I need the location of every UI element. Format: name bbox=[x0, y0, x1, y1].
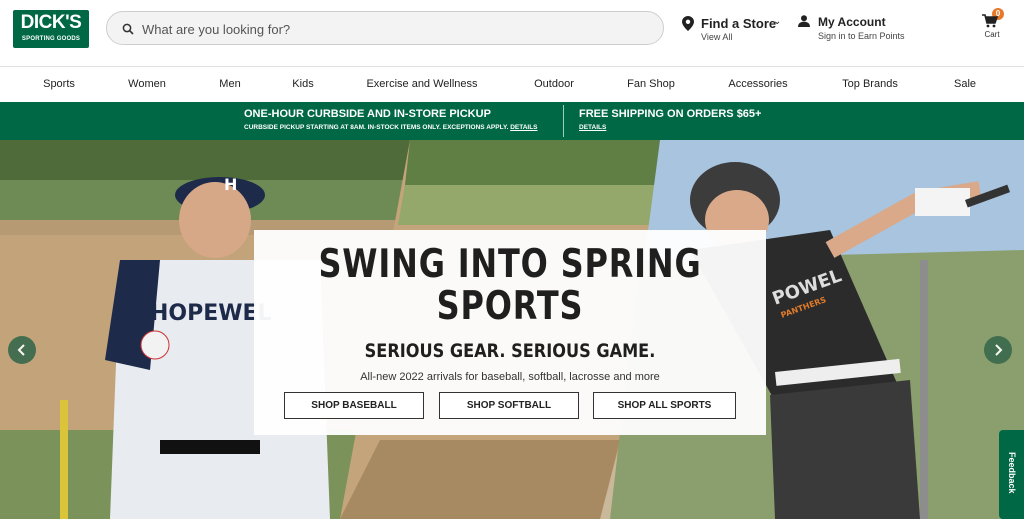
search-icon bbox=[122, 23, 134, 35]
find-store-subtitle: View All bbox=[701, 32, 733, 42]
nav-item-outdoor[interactable]: Outdoor bbox=[534, 67, 574, 103]
nav-item-accessories[interactable]: Accessories bbox=[728, 67, 787, 103]
hero-title-line1: SWING INTO SPRING bbox=[318, 242, 702, 287]
hero-promo-card: SWING INTO SPRING SPORTS SERIOUS GEAR. S… bbox=[254, 230, 766, 435]
nav-item-kids[interactable]: Kids bbox=[292, 67, 313, 103]
cart-icon bbox=[982, 14, 998, 28]
search-bar[interactable] bbox=[106, 11, 664, 45]
nav-item-top-brands[interactable]: Top Brands bbox=[842, 67, 898, 103]
cart-button[interactable]: 0 Cart bbox=[979, 8, 1005, 42]
pickup-promo-text: CURBSIDE PICKUP STARTING AT 8AM. IN-STOC… bbox=[244, 124, 509, 131]
account-subtitle: Sign in to Earn Points bbox=[818, 31, 905, 41]
find-store-title: Find a Store bbox=[701, 16, 777, 31]
location-pin-icon bbox=[682, 16, 694, 31]
nav-item-fan-shop[interactable]: Fan Shop bbox=[627, 67, 675, 103]
shipping-promo-title: FREE SHIPPING ON ORDERS $65+ bbox=[579, 108, 762, 120]
nav-item-sale[interactable]: Sale bbox=[954, 67, 976, 103]
nav-item-women[interactable]: Women bbox=[128, 67, 166, 103]
hero-title: SWING INTO SPRING SPORTS bbox=[300, 244, 720, 328]
pickup-promo-subtitle: CURBSIDE PICKUP STARTING AT 8AM. IN-STOC… bbox=[244, 124, 538, 131]
logo-sub-text: SPORTING GOODS bbox=[21, 36, 81, 42]
shop-softball-button[interactable]: SHOP SOFTBALL bbox=[439, 392, 579, 419]
chevron-right-icon bbox=[995, 344, 1003, 356]
nav-item-men[interactable]: Men bbox=[219, 67, 240, 103]
site-header: DICK'S SPORTING GOODS Find a Store ⌄ Vie… bbox=[0, 0, 1024, 66]
carousel-next-button[interactable] bbox=[984, 336, 1012, 364]
promo-divider bbox=[563, 105, 564, 137]
find-store-link[interactable]: Find a Store ⌄ View All bbox=[682, 14, 792, 44]
category-nav: Sports Women Men Kids Exercise and Welln… bbox=[0, 66, 1024, 103]
shop-all-sports-button[interactable]: SHOP ALL SPORTS bbox=[593, 392, 736, 419]
shop-baseball-button[interactable]: SHOP BASEBALL bbox=[284, 392, 424, 419]
cart-label: Cart bbox=[984, 30, 1000, 39]
person-icon bbox=[798, 15, 810, 27]
hero-title-line2: SPORTS bbox=[436, 284, 584, 329]
search-input[interactable] bbox=[140, 18, 644, 40]
account-title: My Account bbox=[818, 15, 886, 29]
feedback-label: Feedback bbox=[1007, 452, 1017, 494]
shipping-promo-subtitle: DETAILS bbox=[579, 124, 606, 131]
promo-banner: ONE-HOUR CURBSIDE AND IN-STORE PICKUP CU… bbox=[0, 102, 1024, 140]
pickup-details-link[interactable]: DETAILS bbox=[510, 124, 537, 131]
feedback-tab[interactable]: Feedback bbox=[999, 430, 1024, 519]
left-cap-letter: H bbox=[224, 175, 237, 194]
carousel-prev-button[interactable] bbox=[8, 336, 36, 364]
chevron-left-icon bbox=[17, 344, 25, 356]
logo-main-text: DICK'S bbox=[20, 12, 82, 33]
nav-item-exercise-wellness[interactable]: Exercise and Wellness bbox=[366, 67, 477, 103]
dicks-logo[interactable]: DICK'S SPORTING GOODS bbox=[13, 10, 89, 48]
nav-item-sports[interactable]: Sports bbox=[43, 67, 75, 103]
chevron-down-icon: ⌄ bbox=[773, 16, 782, 27]
shipping-details-link[interactable]: DETAILS bbox=[579, 124, 606, 131]
pickup-promo-title: ONE-HOUR CURBSIDE AND IN-STORE PICKUP bbox=[244, 108, 491, 120]
hero-subtitle: SERIOUS GEAR. SERIOUS GAME. bbox=[364, 340, 656, 362]
my-account-link[interactable]: My Account Sign in to Earn Points bbox=[798, 14, 918, 44]
hero-description: All-new 2022 arrivals for baseball, soft… bbox=[360, 371, 660, 383]
